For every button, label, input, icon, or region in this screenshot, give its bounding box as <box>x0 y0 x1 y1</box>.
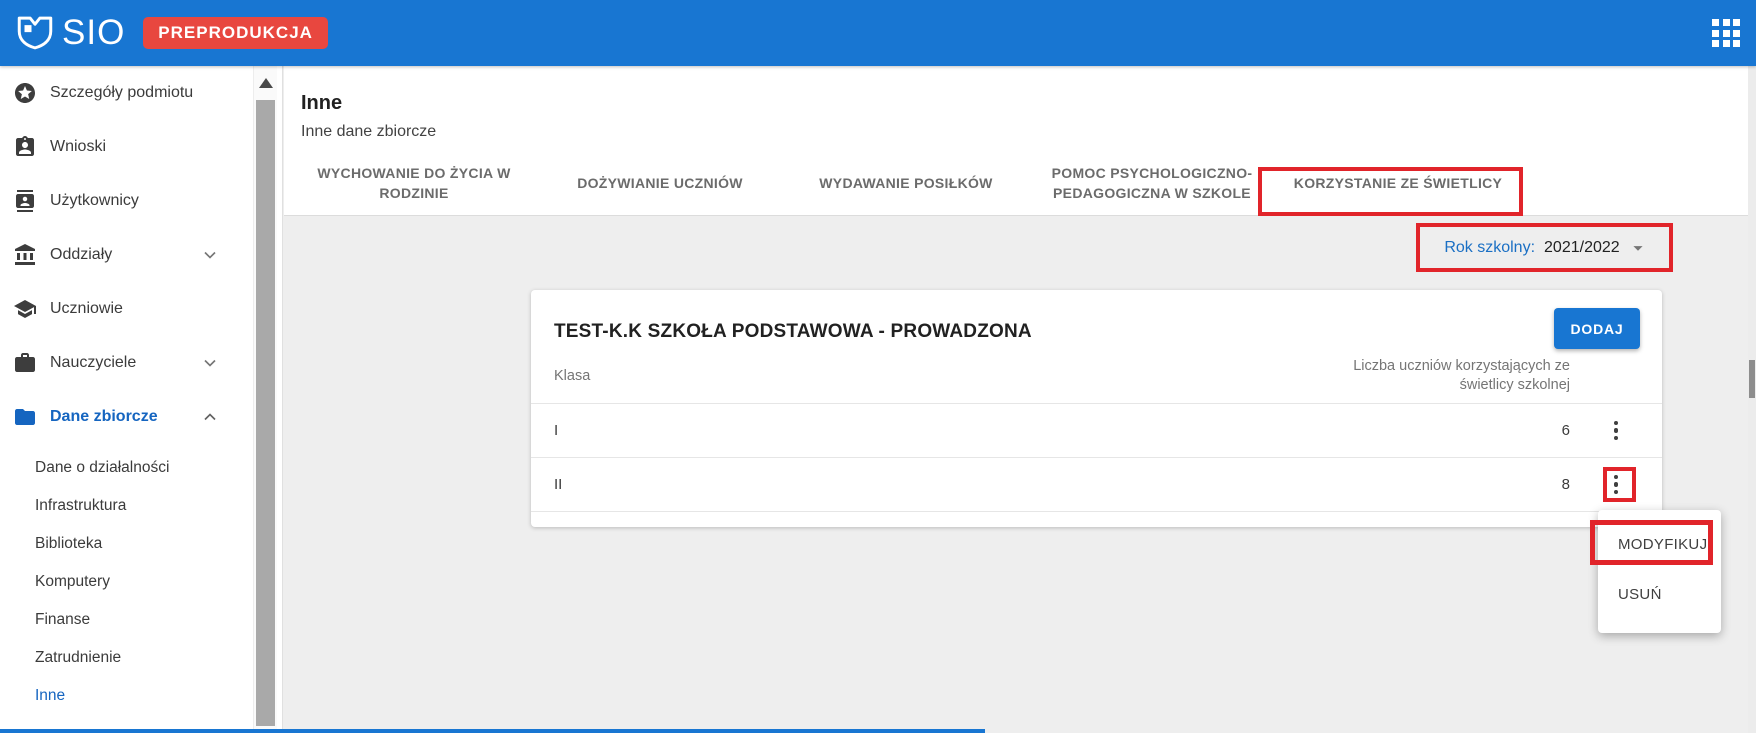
sidebar-subitem-zatrudnienie[interactable]: Zatrudnienie <box>0 639 282 677</box>
chevron-down-icon <box>204 359 216 367</box>
klasa-cell: I <box>554 422 559 439</box>
sidebar-item-label: Oddziały <box>50 246 113 263</box>
sidebar-subitem-dane-o-dzialalnosci[interactable]: Dane o działalności <box>0 449 282 487</box>
row-2-kebab-menu-icon[interactable] <box>1601 468 1631 502</box>
table-row: II 8 <box>531 457 1662 511</box>
page-scrollbar-thumb[interactable] <box>1749 360 1755 398</box>
chevron-up-icon <box>204 413 216 421</box>
logo-text: SIO <box>62 13 126 52</box>
assignment-person-icon <box>16 136 34 156</box>
sidebar-item-label: Uczniowie <box>50 300 123 317</box>
folder-icon <box>15 409 35 425</box>
sidebar-subitem-finanse[interactable]: Finanse <box>0 601 282 639</box>
tab-wydawanie-posilkow[interactable]: WYDAWANIE POSIŁKÓW <box>783 150 1029 216</box>
apps-grid-icon[interactable] <box>1712 19 1740 47</box>
star-circle-icon <box>15 83 35 103</box>
sidebar-item-label: Wnioski <box>50 138 107 155</box>
tab-dozywianie-uczniow[interactable]: DOŻYWIANIE UCZNIÓW <box>537 150 783 216</box>
liczba-cell: 8 <box>1561 476 1570 493</box>
sidebar-subitem-komputery[interactable]: Komputery <box>0 563 282 601</box>
sidebar-item-oddzialy[interactable]: Oddziały <box>0 228 282 282</box>
rok-szkolny-value: 2021/2022 <box>1544 238 1620 256</box>
school-card-title: TEST-K.K SZKOŁA PODSTAWOWA - PROWADZONA <box>554 321 1032 342</box>
sidebar-item-label: Szczegóły podmiotu <box>50 84 194 101</box>
dodaj-button[interactable]: DODAJ <box>1554 308 1640 349</box>
sidebar-nav: Szczegóły podmiotu Wnioski Użytkownicy O… <box>0 66 283 733</box>
row-context-menu: MODYFIKUJ USUŃ <box>1598 510 1721 633</box>
contact-card-icon <box>16 190 34 212</box>
menu-item-usun[interactable]: USUŃ <box>1598 568 1721 620</box>
menu-item-modyfikuj[interactable]: MODYFIKUJ <box>1598 520 1721 568</box>
sidebar-subitem-biblioteka[interactable]: Biblioteka <box>0 525 282 563</box>
rok-szkolny-filter[interactable]: Rok szkolny: 2021/2022 <box>1420 224 1673 271</box>
page-title: Inne <box>301 92 343 114</box>
bottom-blue-strip <box>0 729 985 733</box>
briefcase-icon <box>15 353 35 372</box>
sidebar-subitem-infrastruktura[interactable]: Infrastruktura <box>0 487 282 525</box>
sidebar-item-wnioski[interactable]: Wnioski <box>0 120 282 174</box>
tab-bar: WYCHOWANIE DO ŻYCIA W RODZINIE DOŻYWIANI… <box>291 150 1521 216</box>
sidebar-scrollbar-thumb[interactable] <box>256 100 275 726</box>
sidebar-submenu-dane-zbiorcze: Dane o działalności Infrastruktura Bibli… <box>0 449 282 715</box>
sidebar-item-label: Użytkownicy <box>50 192 139 209</box>
tab-wychowanie-do-zycia-w-rodzinie[interactable]: WYCHOWANIE DO ŻYCIA W RODZINIE <box>291 150 537 216</box>
page-header: Inne Inne dane zbiorcze WYCHOWANIE DO ŻY… <box>284 66 1748 216</box>
sidebar-subitem-inne[interactable]: Inne <box>0 677 282 715</box>
sidebar-item-uczniowie[interactable]: Uczniowie <box>0 282 282 336</box>
liczba-cell: 6 <box>1561 422 1570 439</box>
scroll-up-arrow-icon[interactable] <box>259 78 273 88</box>
rok-szkolny-label: Rok szkolny: <box>1444 238 1536 256</box>
sidebar-item-dane-zbiorcze[interactable]: Dane zbiorcze <box>0 390 282 444</box>
graduation-cap-icon <box>14 300 36 318</box>
table-row: I 6 <box>531 403 1662 457</box>
sidebar-item-nauczyciele[interactable]: Nauczyciele <box>0 336 282 390</box>
tab-pomoc-psychologiczno-pedagogiczna[interactable]: POMOC PSYCHOLOGICZNO-PEDAGOGICZNA W SZKO… <box>1029 150 1275 216</box>
column-header-klasa: Klasa <box>554 367 591 384</box>
environment-badge: PREPRODUKCJA <box>143 17 328 49</box>
sidebar-scrollbar[interactable] <box>253 66 277 733</box>
table-bottom-divider <box>531 511 1662 512</box>
sidebar-item-szczegoly-podmiotu[interactable]: Szczegóły podmiotu <box>0 66 282 120</box>
dropdown-caret-icon <box>1633 245 1643 251</box>
table-header-row: Klasa Liczba uczniów korzystających ze ś… <box>531 348 1662 403</box>
sidebar-item-label: Nauczyciele <box>50 354 137 371</box>
klasa-cell: II <box>554 476 563 493</box>
row-1-kebab-menu-icon[interactable] <box>1601 414 1631 448</box>
sidebar-item-label: Dane zbiorcze <box>50 408 158 425</box>
page-subtitle: Inne dane zbiorcze <box>301 123 437 140</box>
top-app-bar: SIO PREPRODUKCJA <box>0 0 1756 66</box>
column-header-liczba: Liczba uczniów korzystających ze świetli… <box>1353 357 1570 393</box>
school-data-card: TEST-K.K SZKOŁA PODSTAWOWA - PROWADZONA … <box>531 290 1662 527</box>
bank-icon <box>15 244 35 265</box>
chevron-down-icon <box>204 251 216 259</box>
page-scrollbar[interactable] <box>1748 66 1756 733</box>
sio-book-logo-icon <box>17 16 53 50</box>
sio-logo[interactable]: SIO <box>14 12 125 54</box>
tab-korzystanie-ze-swietlicy[interactable]: KORZYSTANIE ZE ŚWIETLICY <box>1275 150 1521 216</box>
sidebar-item-uzytkownicy[interactable]: Użytkownicy <box>0 174 282 228</box>
